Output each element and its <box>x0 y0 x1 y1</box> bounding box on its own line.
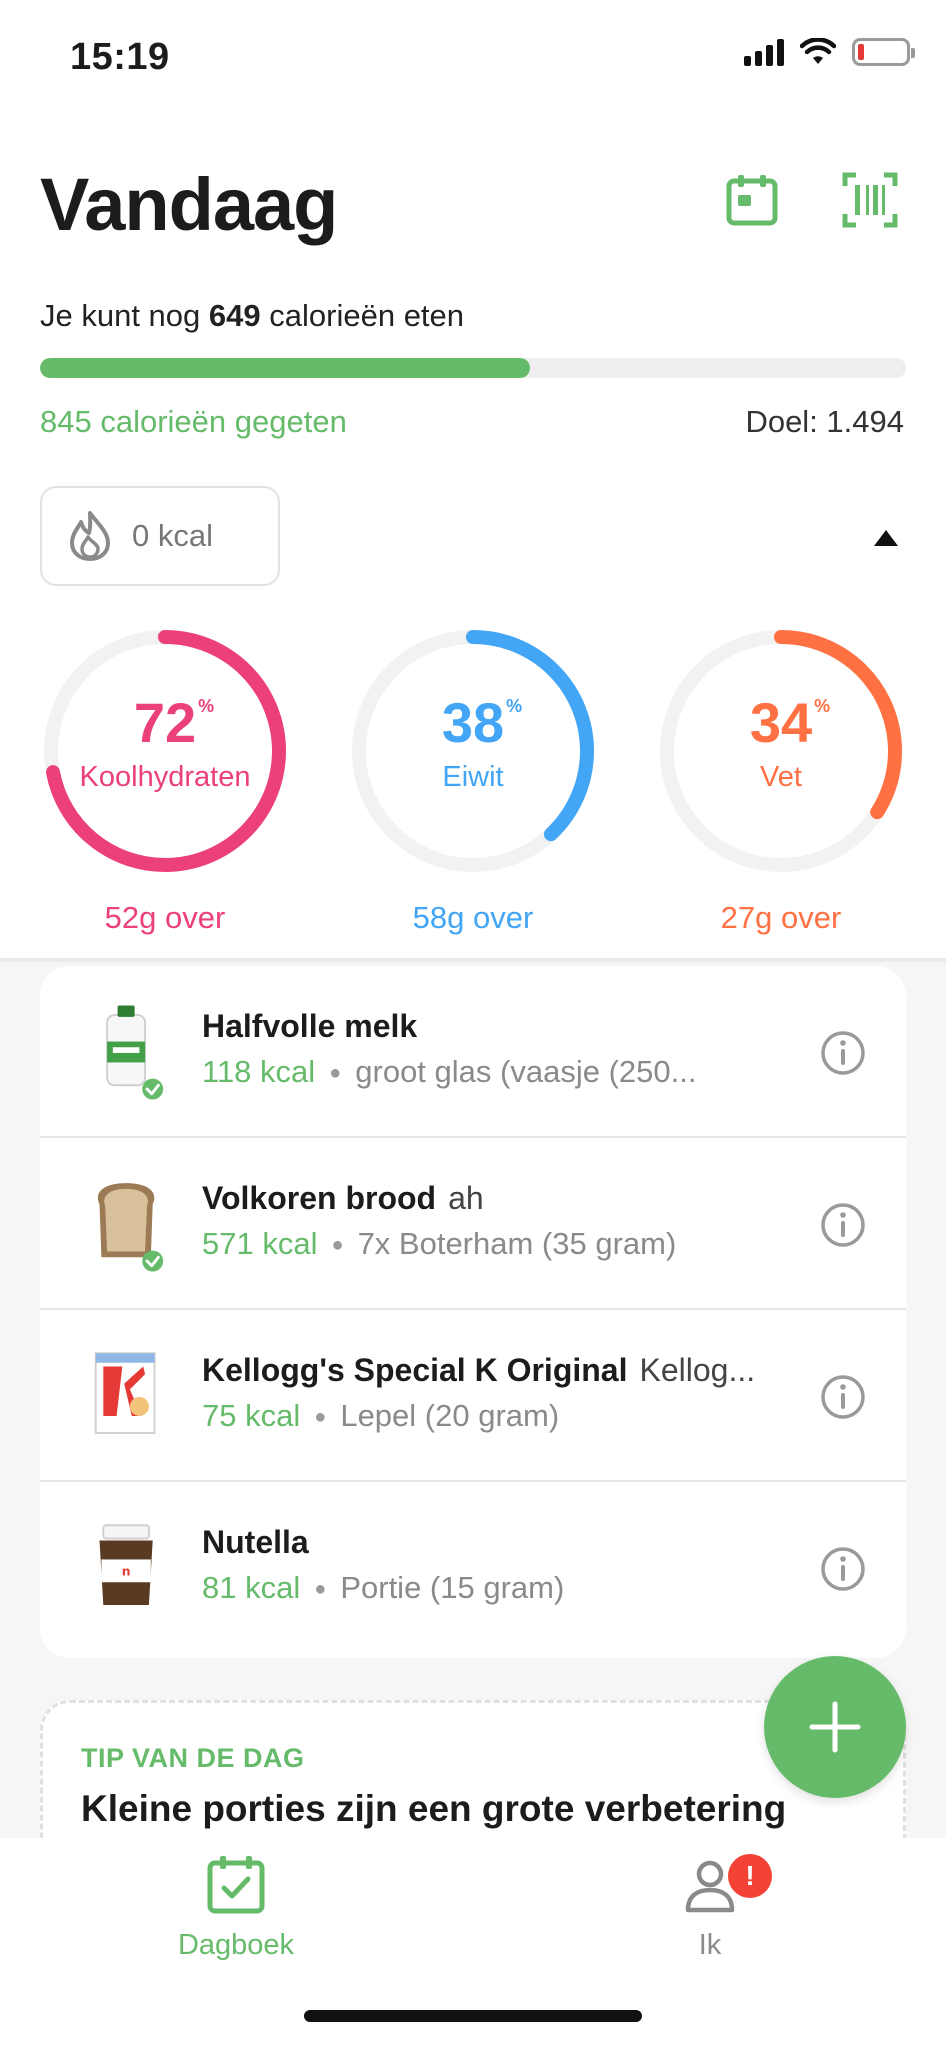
food-portion: 7x Boterham (35 gram) <box>357 1226 677 1261</box>
remaining-calories-text: Je kunt nog 649 calorieën eten <box>40 298 464 334</box>
macro-remaining: 27g over <box>720 900 842 935</box>
macro-name: Vet <box>760 761 802 793</box>
food-kcal: 571 kcal <box>202 1226 318 1261</box>
page-title: Vandaag <box>40 163 338 246</box>
macro-percent: 34% <box>749 691 831 754</box>
nutella-jar-icon: n <box>99 1524 153 1606</box>
info-icon[interactable] <box>820 1546 866 1592</box>
battery-icon <box>852 38 915 66</box>
food-name: Volkoren brood ah <box>202 1180 484 1216</box>
add-food-button[interactable] <box>764 1656 906 1798</box>
status-bar: 15:19 <box>0 0 946 110</box>
remaining-suffix: calorieën eten <box>269 298 465 333</box>
calendar-button[interactable] <box>722 170 782 230</box>
food-portion: Lepel (20 gram) <box>340 1398 560 1433</box>
food-brand: ah <box>448 1180 484 1216</box>
food-list-item[interactable]: Volkoren brood ah 571 kcal ● 7x Boterham (35… <box>40 1138 906 1310</box>
plus-icon <box>809 1701 861 1753</box>
macro-center: 34% Vet <box>656 690 906 794</box>
macro-center: 72% Koolhydraten <box>40 690 290 794</box>
macro-percent: 38% <box>441 691 523 754</box>
macro-percent: 72% <box>133 691 215 754</box>
tab-dagboek-label: Dagboek <box>177 1929 295 1961</box>
info-icon[interactable] <box>820 1202 866 1248</box>
food-details: 81 kcal ● Portie (15 gram) <box>202 1570 565 1605</box>
food-name: Kellogg's Special K Original Kellog... <box>202 1352 756 1388</box>
macro-remaining: 58g over <box>412 900 534 935</box>
status-icons <box>744 38 915 66</box>
food-name: Nutella <box>202 1524 309 1560</box>
wifi-icon <box>800 38 836 64</box>
food-name: Halfvolle melk <box>202 1008 418 1044</box>
calorie-progress-bar <box>40 358 906 378</box>
remaining-prefix: Je kunt nog <box>40 298 201 333</box>
macro-remaining: 52g over <box>104 900 226 935</box>
food-portion: groot glas (vaasje (250... <box>355 1054 697 1089</box>
calories-eaten: 845 calorieën gegeten <box>40 404 347 439</box>
food-details: 75 kcal ● Lepel (20 gram) <box>202 1398 560 1433</box>
macro-eiwit: 38% Eiwit 58g over <box>348 626 598 936</box>
calorie-goal: Doel: 1.494 <box>745 404 904 439</box>
collapse-button[interactable] <box>866 518 906 558</box>
burned-calories-value: 0 kcal <box>132 518 213 553</box>
food-details: 571 kcal ● 7x Boterham (35 gram) <box>202 1226 677 1261</box>
macro-vet: 34% Vet 27g over <box>656 626 906 936</box>
notification-badge: ! <box>728 1854 772 1898</box>
tip-text: Kleine porties zijn een grote verbeterin… <box>81 1788 787 1829</box>
food-portion: Portie (15 gram) <box>340 1570 565 1605</box>
diary-icon <box>207 1856 265 1914</box>
macro-name: Eiwit <box>442 761 504 793</box>
tab-ik[interactable]: ! Ik <box>610 1854 810 1962</box>
tab-dagboek[interactable]: Dagboek <box>136 1854 336 1962</box>
info-icon[interactable] <box>820 1374 866 1420</box>
cereal-box-icon <box>94 1352 156 1434</box>
svg-text:n: n <box>122 1565 131 1579</box>
info-icon[interactable] <box>820 1030 866 1076</box>
calorie-progress-fill <box>40 358 531 378</box>
tab-ik-label: Ik <box>698 1929 722 1961</box>
food-kcal: 75 kcal <box>202 1398 301 1433</box>
food-kcal: 118 kcal <box>202 1054 316 1089</box>
food-kcal: 81 kcal <box>202 1570 301 1605</box>
burned-calories-button[interactable]: 0 kcal <box>40 486 280 586</box>
barcode-scanner-button[interactable] <box>840 170 900 230</box>
home-indicator <box>304 2010 642 2022</box>
calendar-icon <box>726 175 778 226</box>
food-list-item[interactable]: Kellogg's Special K Original Kellog... 75 … <box>40 1310 906 1482</box>
remaining-value: 649 <box>208 298 261 333</box>
milk-bottle-icon <box>106 1005 164 1100</box>
barcode-scanner-icon <box>842 172 898 228</box>
flame-icon <box>70 511 110 561</box>
food-list-item[interactable]: n Nutella 81 kcal ● Portie (15 gram) <box>40 1482 906 1654</box>
food-list: Halfvolle melk 118 kcal ● groot glas (vaasj… <box>40 966 906 1658</box>
macro-koolhydraten: 72% Koolhydraten 52g over <box>40 626 290 936</box>
bread-slice-icon <box>97 1183 164 1272</box>
food-list-item[interactable]: Halfvolle melk 118 kcal ● groot glas (vaasj… <box>40 966 906 1138</box>
food-brand: Kellog... <box>639 1352 756 1388</box>
status-time: 15:19 <box>70 36 170 78</box>
triangle-up-icon <box>874 530 898 546</box>
macro-center: 38% Eiwit <box>348 690 598 794</box>
food-details: 118 kcal ● groot glas (vaasje (250... <box>202 1054 697 1089</box>
cellular-signal-icon <box>744 38 784 66</box>
macro-name: Koolhydraten <box>79 761 251 793</box>
